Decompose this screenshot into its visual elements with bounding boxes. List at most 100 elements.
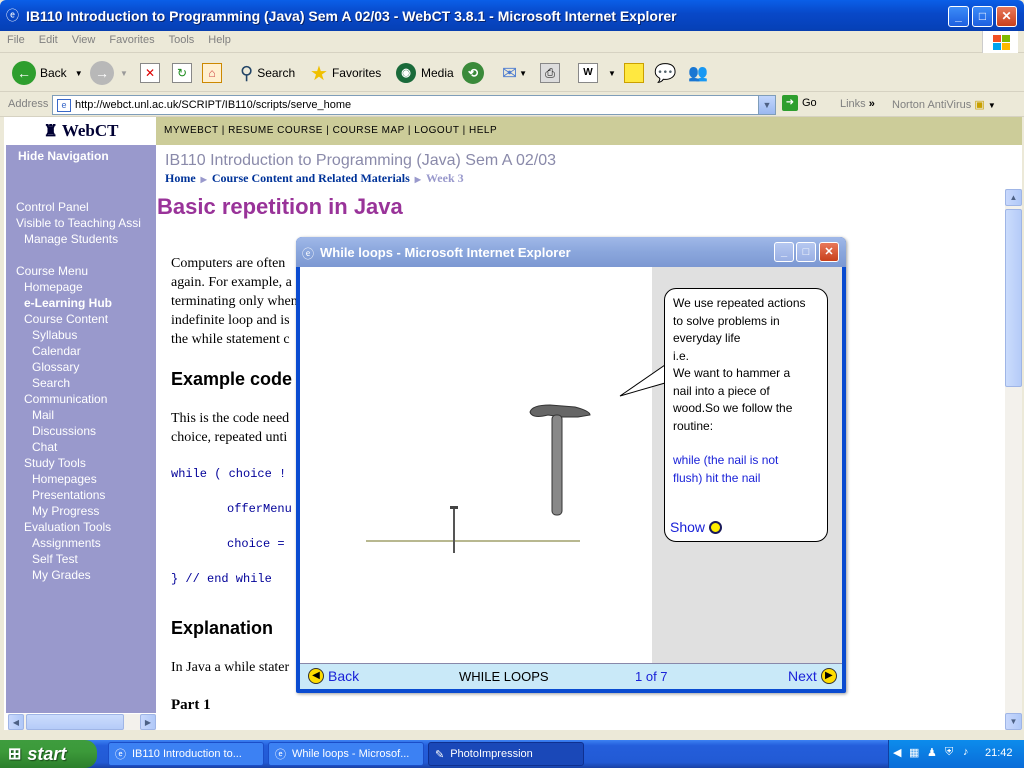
code-line: while ( choice ! [171,467,287,481]
chevron-down-icon[interactable]: ▼ [608,69,616,78]
scroll-thumb[interactable] [26,714,124,730]
taskbar-item-ib110[interactable]: ⓔ IB110 Introduction to... [108,742,264,766]
scroll-right-button[interactable]: ▶ [140,714,156,730]
chevron-down-icon[interactable]: ▼ [758,96,775,114]
norton-antivirus-button[interactable]: Norton AntiVirus ▣ ▼ [892,98,996,111]
nav-my-grades[interactable]: My Grades [16,567,156,583]
tray-expand-icon[interactable]: ◀ [893,746,901,759]
nav-e-learning-hub[interactable]: e-Learning Hub [16,295,156,311]
chevron-down-icon[interactable]: ▼ [519,69,527,78]
discuss-button[interactable]: 💬 [654,60,676,86]
popup-title: While loops - Microsoft Internet Explore… [320,245,571,260]
nav-search[interactable]: Search [16,375,156,391]
nav-evaluation-tools[interactable]: Evaluation Tools [16,519,156,535]
forward-button[interactable]: → ▼ [90,60,128,86]
messenger-button[interactable]: 👥 [688,60,708,86]
volume-icon[interactable]: ♪ [963,746,969,758]
history-icon: ⟲ [462,62,484,84]
close-button[interactable]: ✕ [996,6,1017,27]
scroll-left-button[interactable]: ◀ [8,714,24,730]
nav-chat[interactable]: Chat [16,439,156,455]
vertical-scrollbar[interactable]: ▲ ▼ [1005,189,1022,730]
nav-syllabus[interactable]: Syllabus [16,327,156,343]
menu-file[interactable]: File [0,31,32,49]
clock[interactable]: 21:42 [985,747,1013,759]
menu-favorites[interactable]: Favorites [102,31,161,49]
links-button[interactable]: Links » [840,98,875,110]
popup-minimize-button[interactable]: _ [774,242,794,262]
code-line: offerMenu [227,502,292,516]
media-button[interactable]: ◉ Media [396,60,454,86]
back-label: Back [40,66,67,80]
stop-button[interactable]: ✕ [140,60,160,86]
popup-title-bar[interactable]: ⓔ While loops - Microsoft Internet Explo… [296,237,846,267]
popup-close-button[interactable]: ✕ [819,242,839,262]
show-circle-icon [709,520,723,534]
favorites-button[interactable]: ★ Favorites [310,60,381,86]
webct-top-navigation[interactable]: MYWEBCT | RESUME COURSE | COURSE MAP | L… [156,117,1022,145]
nav-manage-students[interactable]: Manage Students [16,231,156,247]
go-arrow-icon: ➜ [782,95,798,111]
taskbar-item-photoimpression[interactable]: ✎ PhotoImpression [428,742,584,766]
menu-view[interactable]: View [65,31,103,49]
nav-course-menu[interactable]: Course Menu [16,263,156,279]
taskbar-item-while-loops[interactable]: ⓔ While loops - Microsof... [268,742,424,766]
start-button[interactable]: ⊞ start [0,740,97,768]
stop-icon: ✕ [140,63,160,83]
maximize-button[interactable]: □ [972,6,993,27]
network-icon[interactable]: ▦ [909,746,919,759]
nav-presentations[interactable]: Presentations [16,487,156,503]
nav-self-test[interactable]: Self Test [16,551,156,567]
horizontal-scrollbar[interactable]: ◀ ▶ [8,714,156,730]
nav-study-tools[interactable]: Study Tools [16,455,156,471]
note-button[interactable] [624,60,644,86]
address-url[interactable]: http://webct.unl.ac.uk/SCRIPT/IB110/scri… [75,99,351,111]
nav-mail[interactable]: Mail [16,407,156,423]
nav-homepages[interactable]: Homepages [16,471,156,487]
menu-help[interactable]: Help [201,31,238,49]
breadcrumb-home[interactable]: Home [165,171,196,185]
scroll-down-button[interactable]: ▼ [1005,713,1022,730]
nav-my-progress[interactable]: My Progress [16,503,156,519]
back-button[interactable]: ← Back ▼ [12,60,83,86]
mail-button[interactable]: ✉ ▼ [502,60,527,86]
home-button[interactable]: ⌂ [202,60,222,86]
nav-glossary[interactable]: Glossary [16,359,156,375]
go-button[interactable]: ➜ Go [782,95,817,111]
nav-calendar[interactable]: Calendar [16,343,156,359]
menu-edit[interactable]: Edit [32,31,65,49]
hide-navigation-link[interactable]: Hide Navigation [6,145,156,163]
photoimpression-icon: ✎ [435,748,445,761]
webct-logo[interactable]: ♜ WebCT [6,117,156,145]
title-bar[interactable]: ⓔ IB110 Introduction to Programming (Jav… [0,0,1024,34]
shield-icon[interactable]: ⛨ [945,746,953,759]
nav-control-panel[interactable]: Control Panel [16,199,156,215]
chevron-down-icon[interactable]: ▼ [988,101,996,110]
scroll-thumb[interactable] [1005,209,1022,387]
windows-logo-icon [982,31,1018,53]
chevron-down-icon[interactable]: ▼ [75,69,83,78]
search-button[interactable]: ⚲ Search [240,60,295,86]
nav-assignments[interactable]: Assignments [16,535,156,551]
print-button[interactable]: ⎙ [540,60,560,86]
nav-course-content[interactable]: Course Content [16,311,156,327]
address-input[interactable]: e http://webct.unl.ac.uk/SCRIPT/IB110/sc… [52,95,776,115]
popup-next-button[interactable]: Next ▶ [788,668,837,684]
menu-tools[interactable]: Tools [162,31,202,49]
popup-back-button[interactable]: ◀ Back [308,668,359,684]
user-icon[interactable]: ♟ [927,746,937,759]
nav-homepage[interactable]: Homepage [16,279,156,295]
nav-discussions[interactable]: Discussions [16,423,156,439]
show-button[interactable]: Show [670,519,723,535]
nav-communication[interactable]: Communication [16,391,156,407]
minimize-button[interactable]: _ [948,6,969,27]
popup-maximize-button[interactable]: □ [796,242,816,262]
edit-button[interactable]: W ▼ [578,60,616,86]
breadcrumb-course-content[interactable]: Course Content and Related Materials [212,171,410,185]
scroll-up-button[interactable]: ▲ [1005,189,1022,206]
chevron-down-icon[interactable]: ▼ [120,69,128,78]
refresh-button[interactable]: ↻ [172,60,192,86]
bubble-code-line: flush) hit the nail [673,470,761,485]
history-button[interactable]: ⟲ [462,60,484,86]
nav-visible-to-teaching-assistants[interactable]: Visible to Teaching Assi [16,215,156,231]
